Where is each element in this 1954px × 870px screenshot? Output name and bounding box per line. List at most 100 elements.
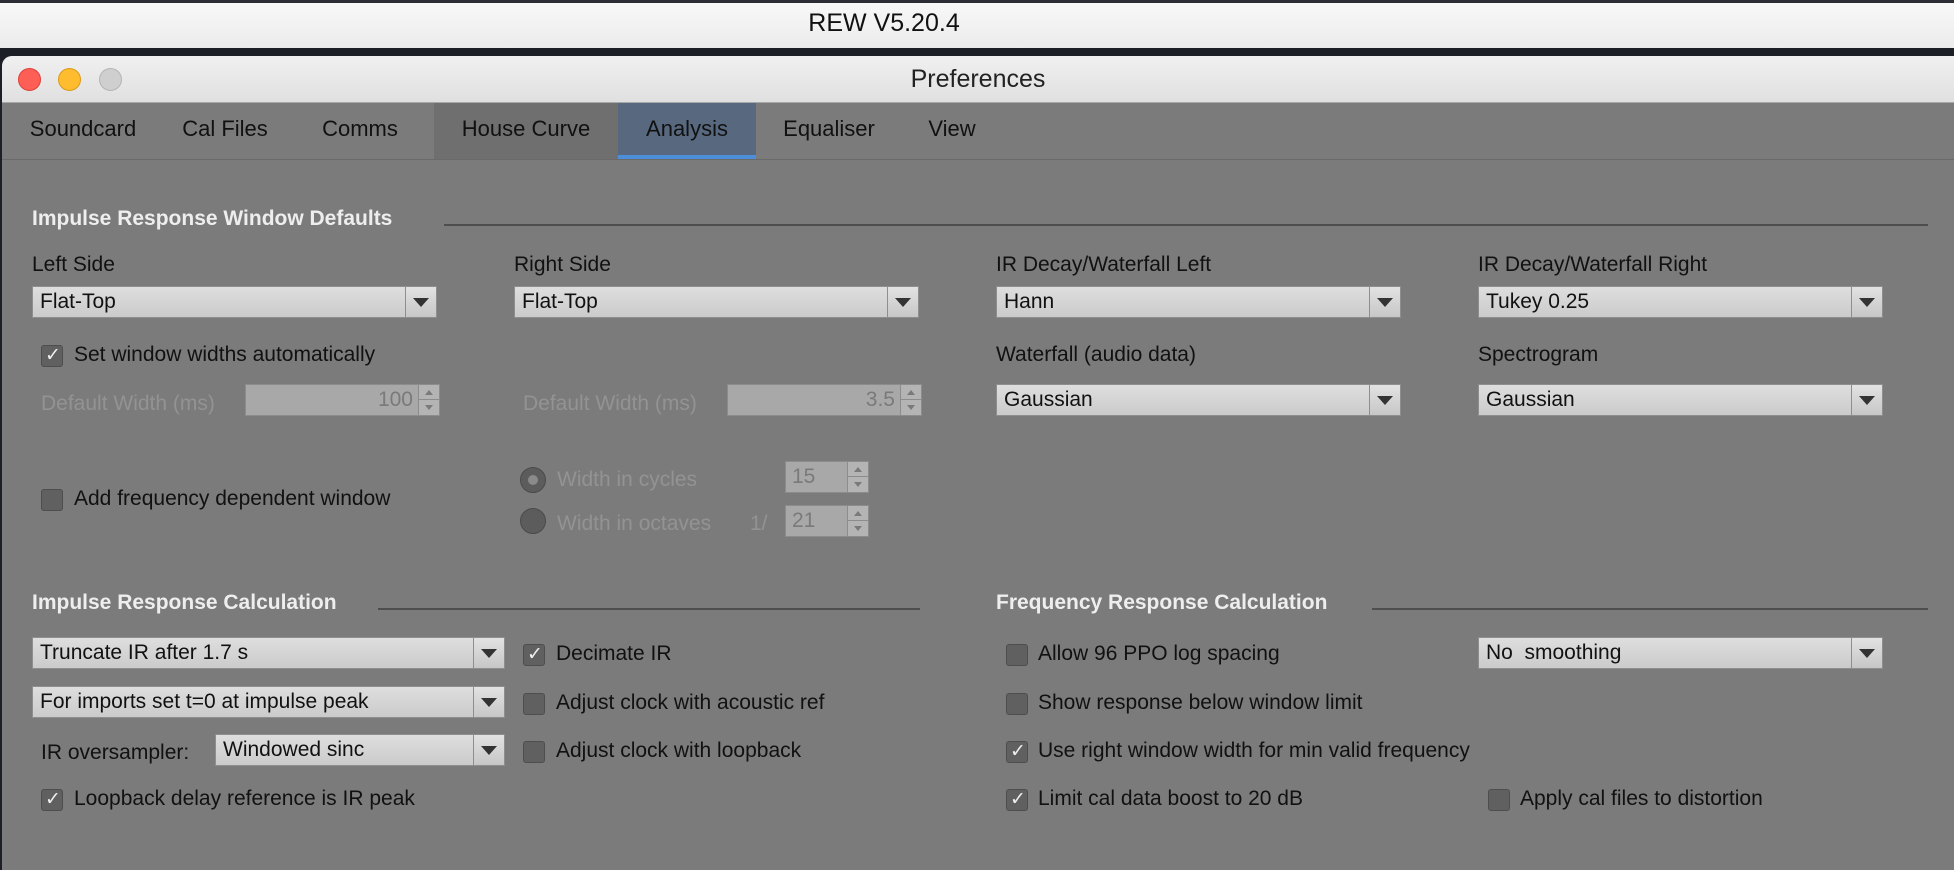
chevron-down-icon	[1377, 298, 1393, 307]
spectrogram-value: Gaussian	[1486, 388, 1575, 411]
stepper-down-icon[interactable]	[848, 521, 868, 536]
cal-distortion-checkbox[interactable]	[1488, 789, 1510, 811]
freq-dependent-checkbox[interactable]	[41, 489, 63, 511]
right-side-combo[interactable]: Flat-Top	[514, 286, 919, 318]
right-side-dropdown-arrow[interactable]	[887, 287, 918, 317]
stepper-up-icon[interactable]	[901, 385, 921, 400]
width-octaves-radio[interactable]	[520, 508, 546, 534]
dialog-title: Preferences	[910, 65, 1046, 93]
tab-house-curve[interactable]: House Curve	[434, 103, 618, 159]
left-side-label: Left Side	[32, 253, 115, 276]
waterfall-audio-dropdown-arrow[interactable]	[1369, 385, 1400, 415]
acoustic-ref-label: Adjust clock with acoustic ref	[556, 691, 825, 714]
ir-decay-right-dropdown-arrow[interactable]	[1851, 287, 1882, 317]
waterfall-audio-label: Waterfall (audio data)	[996, 343, 1196, 366]
chevron-down-icon	[1377, 396, 1393, 405]
width-octaves-spinner[interactable]: 21	[785, 505, 869, 537]
smoothing-value: No smoothing	[1486, 641, 1622, 664]
chevron-down-icon	[481, 698, 497, 707]
stepper-up-icon[interactable]	[848, 506, 868, 521]
freq-dependent-label: Add frequency dependent window	[74, 487, 391, 510]
ppo96-checkbox[interactable]	[1006, 644, 1028, 666]
oversampler-label: IR oversampler:	[41, 741, 190, 764]
auto-width-checkbox[interactable]: ✓	[41, 345, 63, 367]
loopback-ref-checkbox[interactable]: ✓	[41, 789, 63, 811]
chevron-down-icon	[481, 649, 497, 658]
acoustic-ref-checkbox[interactable]	[523, 693, 545, 715]
chevron-down-icon	[1859, 396, 1875, 405]
stepper-up-icon[interactable]	[848, 462, 868, 477]
imports-combo[interactable]: For imports set t=0 at impulse peak	[32, 686, 505, 718]
right-side-value: Flat-Top	[522, 290, 598, 313]
truncate-dropdown-arrow[interactable]	[473, 638, 504, 668]
tab-view[interactable]: View	[902, 103, 1002, 159]
clock-loopback-checkbox[interactable]	[523, 741, 545, 763]
width-octaves-value: 21	[792, 509, 816, 532]
fr-calc-section-rule	[1372, 608, 1928, 610]
auto-width-label: Set window widths automatically	[74, 343, 376, 366]
waterfall-audio-combo[interactable]: Gaussian	[996, 384, 1401, 416]
width-cycles-spinner[interactable]: 15	[785, 461, 869, 493]
right-window-checkbox[interactable]: ✓	[1006, 741, 1028, 763]
tab-soundcard[interactable]: Soundcard	[2, 103, 164, 159]
below-limit-checkbox[interactable]	[1006, 693, 1028, 715]
ir-calc-section-title: Impulse Response Calculation	[32, 591, 337, 614]
chevron-down-icon	[1859, 298, 1875, 307]
dialog-title-bar: Preferences	[2, 56, 1954, 103]
app-title: REW V5.20.4	[808, 9, 960, 37]
spectrogram-combo[interactable]: Gaussian	[1478, 384, 1883, 416]
width-octaves-stepper[interactable]	[847, 506, 868, 536]
cal-distortion-label: Apply cal files to distortion	[1520, 787, 1763, 810]
left-width-stepper[interactable]	[418, 385, 439, 415]
checkmark-icon: ✓	[45, 345, 61, 366]
stepper-up-icon[interactable]	[419, 385, 439, 400]
stepper-down-icon[interactable]	[901, 400, 921, 415]
tab-comms[interactable]: Comms	[286, 103, 434, 159]
right-side-label: Right Side	[514, 253, 611, 276]
spectrogram-label: Spectrogram	[1478, 343, 1599, 366]
oversampler-dropdown-arrow[interactable]	[473, 735, 504, 765]
clock-loopback-label: Adjust clock with loopback	[556, 739, 802, 762]
right-width-stepper[interactable]	[900, 385, 921, 415]
spectrogram-dropdown-arrow[interactable]	[1851, 385, 1882, 415]
right-default-width-value: 3.5	[865, 388, 895, 411]
ir-decay-left-dropdown-arrow[interactable]	[1369, 287, 1400, 317]
left-side-dropdown-arrow[interactable]	[405, 287, 436, 317]
limit-boost-label: Limit cal data boost to 20 dB	[1038, 787, 1303, 810]
right-default-width-label: Default Width (ms)	[523, 392, 697, 415]
limit-boost-checkbox[interactable]: ✓	[1006, 789, 1028, 811]
tab-cal-files[interactable]: Cal Files	[164, 103, 286, 159]
checkmark-icon: ✓	[1010, 789, 1026, 810]
stepper-down-icon[interactable]	[848, 477, 868, 492]
checkmark-icon: ✓	[527, 644, 543, 665]
decimate-label: Decimate IR	[556, 642, 672, 665]
left-side-combo[interactable]: Flat-Top	[32, 286, 437, 318]
truncate-combo[interactable]: Truncate IR after 1.7 s	[32, 637, 505, 669]
width-cycles-label: Width in cycles	[557, 468, 698, 491]
oversampler-combo[interactable]: Windowed sinc	[215, 734, 505, 766]
chevron-down-icon	[895, 298, 911, 307]
tab-analysis[interactable]: Analysis	[618, 103, 756, 159]
oversampler-value: Windowed sinc	[223, 738, 365, 761]
tab-equaliser[interactable]: Equaliser	[756, 103, 902, 159]
ir-decay-right-combo[interactable]: Tukey 0.25	[1478, 286, 1883, 318]
tab-strip: Soundcard Cal Files Comms House Curve An…	[2, 103, 1954, 160]
ir-window-section-rule	[444, 224, 1928, 226]
right-window-label: Use right window width for min valid fre…	[1038, 739, 1470, 762]
imports-value: For imports set t=0 at impulse peak	[40, 690, 369, 713]
right-default-width-spinner[interactable]: 3.5	[727, 384, 922, 416]
decimate-checkbox[interactable]: ✓	[523, 644, 545, 666]
truncate-value: Truncate IR after 1.7 s	[40, 641, 249, 664]
smoothing-dropdown-arrow[interactable]	[1851, 638, 1882, 668]
width-octaves-label: Width in octaves	[557, 512, 712, 535]
smoothing-combo[interactable]: No smoothing	[1478, 637, 1883, 669]
fr-calc-section-title: Frequency Response Calculation	[996, 591, 1328, 614]
left-default-width-spinner[interactable]: 100	[245, 384, 440, 416]
stepper-down-icon[interactable]	[419, 400, 439, 415]
width-cycles-stepper[interactable]	[847, 462, 868, 492]
imports-dropdown-arrow[interactable]	[473, 687, 504, 717]
width-cycles-value: 15	[792, 465, 816, 488]
width-cycles-radio[interactable]	[520, 467, 546, 493]
ir-decay-left-combo[interactable]: Hann	[996, 286, 1401, 318]
below-limit-label: Show response below window limit	[1038, 691, 1363, 714]
